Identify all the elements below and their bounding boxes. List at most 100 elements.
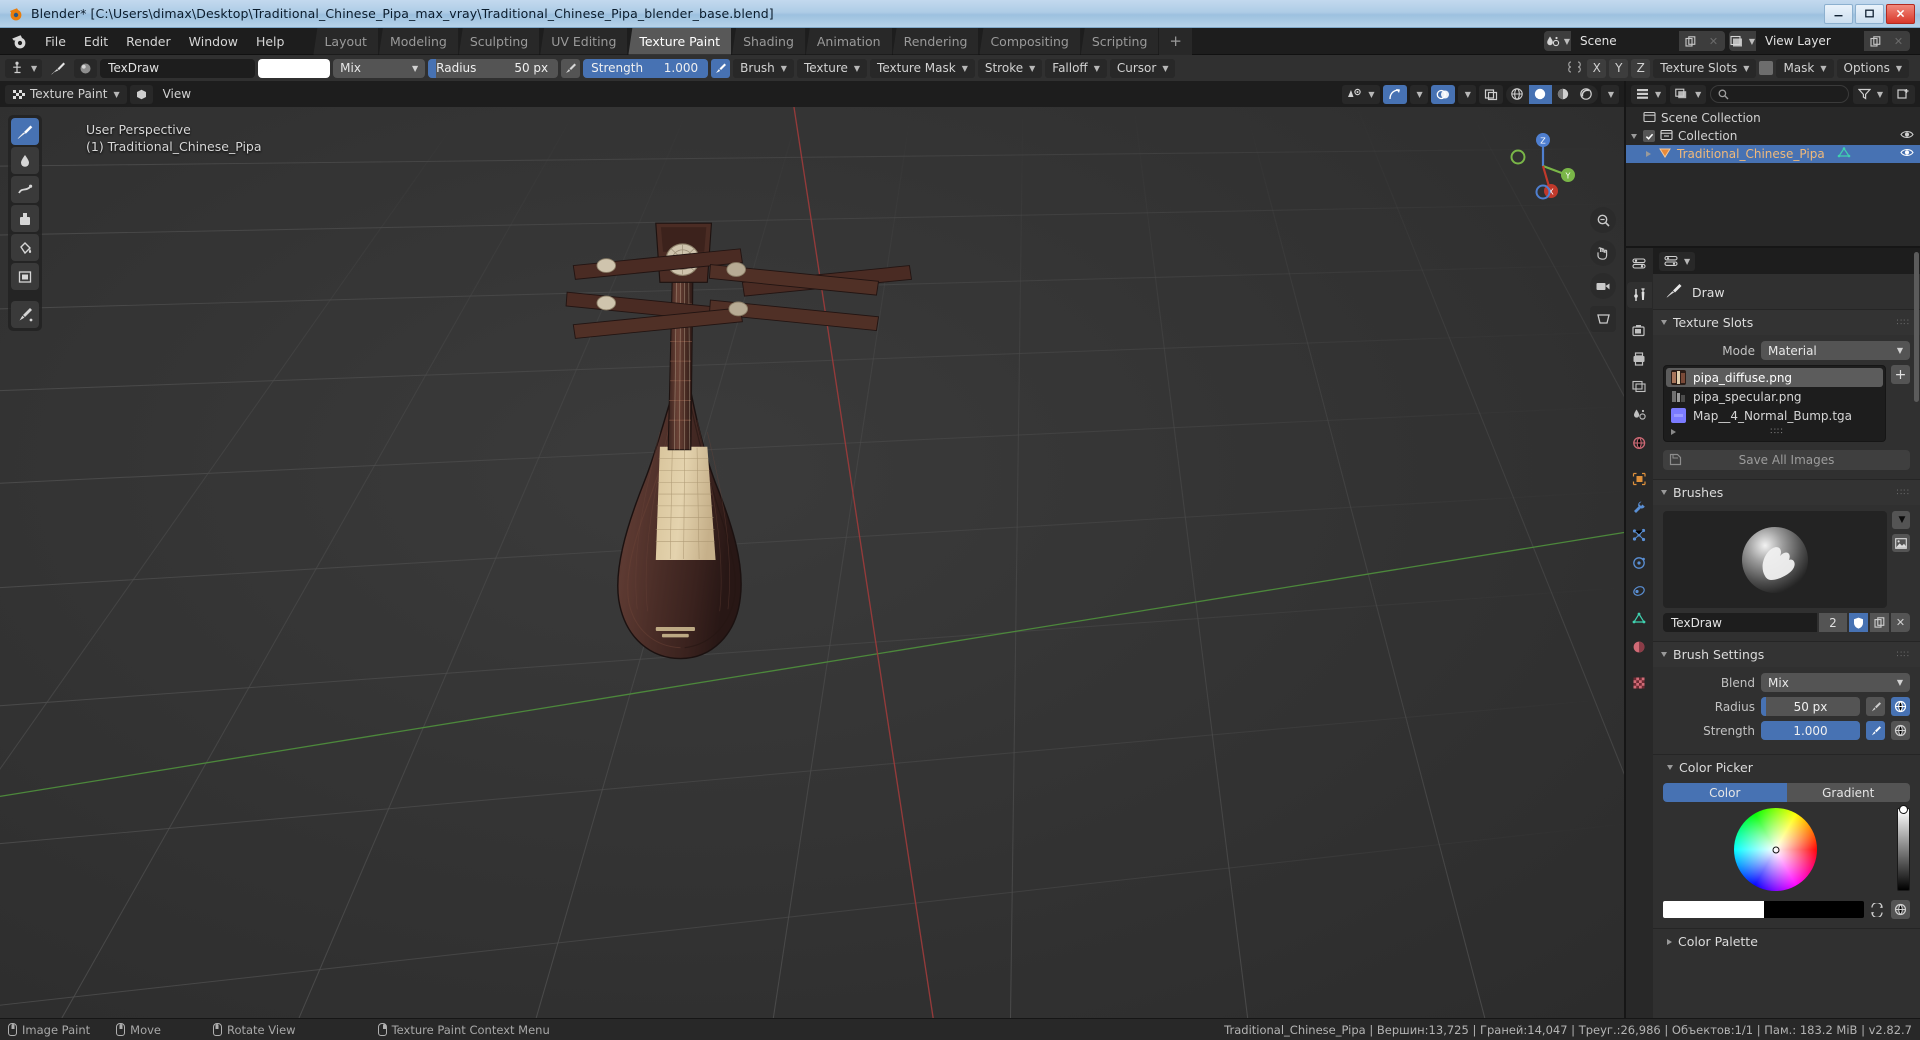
workspace-tab-texture-paint[interactable]: Texture Paint — [628, 27, 733, 55]
menu-help[interactable]: Help — [247, 31, 294, 52]
tab-particles-properties[interactable] — [1627, 522, 1652, 548]
workspace-tab-modeling[interactable]: Modeling — [378, 27, 459, 55]
color-wheel-cursor[interactable] — [1772, 846, 1779, 853]
workspace-tab-scripting[interactable]: Scripting — [1080, 27, 1160, 55]
view-layer-name[interactable]: View Layer — [1756, 31, 1864, 51]
zoom-view-button[interactable] — [1590, 207, 1616, 233]
workspace-tab-uv-editing[interactable]: UV Editing — [540, 27, 629, 55]
color-wheel[interactable] — [1734, 808, 1817, 891]
brush-preview-image-button[interactable] — [1892, 534, 1910, 552]
save-all-images-button[interactable]: Save All Images — [1663, 450, 1910, 470]
workspace-tab-shading[interactable]: Shading — [732, 27, 806, 55]
tool-presets-button[interactable]: ▼ — [5, 58, 43, 78]
unlink-scene-button[interactable]: ✕ — [1702, 31, 1725, 51]
object-visibility-eye-icon[interactable] — [1900, 147, 1914, 161]
toggle-perspective-button[interactable] — [1590, 306, 1616, 332]
workspace-tab-sculpting[interactable]: Sculpting — [458, 27, 541, 55]
brush-list-expand-button[interactable]: ▼ — [1892, 511, 1910, 529]
tool-clone-button[interactable] — [11, 205, 39, 232]
secondary-color-swatch[interactable] — [1763, 901, 1864, 918]
close-button[interactable] — [1886, 3, 1915, 24]
tab-render-properties[interactable] — [1627, 318, 1652, 344]
falloff-menu[interactable]: Falloff ▼ — [1045, 58, 1107, 78]
brush-preview-thumbnail[interactable] — [1663, 511, 1887, 608]
new-brush-button[interactable] — [1870, 613, 1889, 632]
xray-toggle-button[interactable] — [1478, 84, 1503, 104]
menu-window[interactable]: Window — [180, 31, 247, 52]
radius-pressure-toggle[interactable] — [561, 58, 581, 78]
texture-slot-item-diffuse[interactable]: pipa_diffuse.png — [1666, 368, 1883, 387]
tool-draw-button[interactable] — [11, 118, 39, 145]
workspace-tab-compositing[interactable]: Compositing — [979, 27, 1081, 55]
outliner-filter-button[interactable]: ▼ — [1852, 84, 1888, 104]
outliner-new-collection-button[interactable] — [1892, 84, 1915, 104]
editor-type-button[interactable]: Texture Paint ▼ — [5, 84, 127, 104]
properties-editor-type-button[interactable] — [1627, 250, 1652, 276]
outliner-display-mode-button[interactable]: ▼ — [1670, 84, 1707, 104]
tab-object-properties[interactable] — [1627, 466, 1652, 492]
viewport-canvas[interactable]: User Perspective (1) Traditional_Chinese… — [0, 107, 1624, 1018]
unlink-brush-button[interactable]: ✕ — [1891, 613, 1910, 632]
object-type-visibility-button[interactable]: ▼ — [1342, 84, 1380, 104]
color-picker-collapse-icon[interactable] — [1667, 765, 1673, 770]
workspace-tab-layout[interactable]: Layout — [313, 27, 379, 55]
add-workspace-button[interactable]: + — [1159, 27, 1192, 55]
list-resize-grip-icon[interactable]: ∷∷ — [1770, 427, 1783, 437]
color-palette-collapse-icon[interactable] — [1667, 938, 1672, 945]
panel-header-color-picker[interactable]: Color Picker — [1653, 754, 1920, 780]
properties-scrollbar[interactable] — [1914, 250, 1919, 1016]
shading-rendered-button[interactable] — [1575, 85, 1598, 104]
shading-wireframe-button[interactable] — [1506, 85, 1529, 104]
radius-unit-button[interactable] — [1891, 697, 1910, 716]
texture-slot-item-specular[interactable]: pipa_specular.png — [1666, 387, 1883, 406]
cursor-menu[interactable]: Cursor ▼ — [1109, 58, 1176, 78]
panel-header-color-palette[interactable]: Color Palette — [1653, 928, 1920, 954]
overlay-options-button[interactable]: ▼ — [1457, 84, 1476, 104]
texture-slots-collapse-icon[interactable] — [1661, 320, 1667, 325]
strength-pressure-toggle[interactable] — [711, 58, 731, 78]
brush-settings-collapse-icon[interactable] — [1661, 652, 1667, 657]
show-gizmo-button[interactable] — [1382, 84, 1407, 104]
brush-datablock-icon[interactable] — [74, 58, 98, 78]
gizmo-options-button[interactable]: ▼ — [1409, 84, 1428, 104]
outliner-row-collection[interactable]: Collection — [1626, 127, 1920, 145]
menu-render[interactable]: Render — [117, 31, 180, 52]
color-swatch-bar[interactable] — [1663, 901, 1864, 918]
color-value-knob[interactable] — [1897, 806, 1910, 813]
outliner-editor-type-button[interactable]: ▼ — [1631, 84, 1667, 104]
tab-material-properties[interactable] — [1627, 634, 1652, 660]
texture-slot-list-footer[interactable]: ∷∷ — [1666, 425, 1883, 439]
collection-visibility-eye-icon[interactable] — [1900, 129, 1914, 143]
new-scene-button[interactable] — [1679, 31, 1702, 51]
tab-modifier-properties[interactable] — [1627, 494, 1652, 520]
tab-constraint-properties[interactable] — [1627, 578, 1652, 604]
symmetry-z-button[interactable]: Z — [1631, 58, 1651, 78]
symmetry-y-button[interactable]: Y — [1609, 58, 1629, 78]
brush-users-count[interactable]: 2 — [1819, 613, 1847, 632]
minimize-button[interactable] — [1824, 3, 1853, 24]
collection-expander-icon[interactable] — [1630, 133, 1638, 139]
mask-menu[interactable]: Mask ▼ — [1776, 58, 1834, 78]
strength-unit-button[interactable] — [1891, 721, 1910, 740]
brushes-collapse-icon[interactable] — [1661, 490, 1667, 495]
shading-material-preview-button[interactable] — [1552, 85, 1575, 104]
panel-header-texture-slots[interactable]: Texture Slots ∷∷ — [1653, 309, 1920, 335]
add-texture-slot-button[interactable]: + — [1891, 365, 1910, 384]
menu-edit[interactable]: Edit — [75, 31, 117, 52]
gradient-tab-button[interactable]: Gradient — [1786, 783, 1910, 802]
tab-output-properties[interactable] — [1627, 346, 1652, 372]
collection-checkbox[interactable] — [1643, 130, 1655, 142]
fake-user-toggle[interactable] — [1849, 613, 1868, 632]
blend-mode-dropdown[interactable]: Mix ▼ — [333, 58, 426, 78]
menu-file[interactable]: File — [36, 31, 75, 52]
tab-scene-properties[interactable] — [1627, 402, 1652, 428]
outliner-search-input[interactable] — [1710, 85, 1849, 103]
object-mode-icon[interactable] — [129, 84, 153, 104]
tab-physics-properties[interactable] — [1627, 550, 1652, 576]
radius-pressure-button[interactable] — [1866, 697, 1885, 716]
workspace-tab-rendering[interactable]: Rendering — [892, 27, 980, 55]
brush-strength-slider[interactable]: 1.000 — [1761, 721, 1860, 740]
color-space-button[interactable] — [1891, 900, 1910, 919]
color-tab-button[interactable]: Color — [1663, 783, 1787, 802]
shading-solid-button[interactable] — [1528, 84, 1552, 104]
